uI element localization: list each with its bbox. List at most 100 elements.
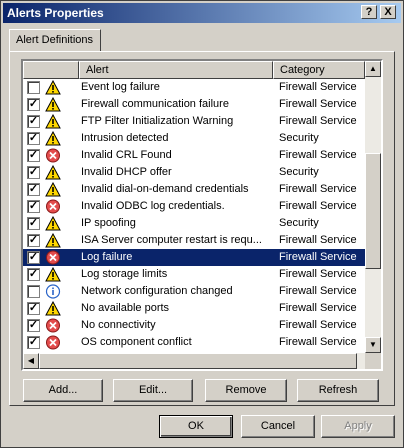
alert-category: Firewall Service (279, 319, 357, 331)
vertical-scroll-thumb[interactable] (365, 153, 381, 269)
enable-checkbox[interactable]: ✓ (27, 217, 40, 230)
alert-category: Security (279, 166, 319, 178)
column-header-category[interactable]: Category (273, 61, 365, 79)
enable-checkbox[interactable]: ✓ (27, 319, 40, 332)
scroll-up-button[interactable]: ▲ (365, 61, 381, 77)
warning-icon (45, 96, 61, 112)
scrollbar-corner (365, 353, 381, 369)
window-title: Alerts Properties (7, 6, 104, 20)
error-icon (45, 318, 61, 333)
table-row[interactable]: ✓ Invalid DHCP offer Security (23, 164, 365, 181)
table-row[interactable]: ✓ Log failure Firewall Service (23, 249, 365, 266)
alert-category: Firewall Service (279, 285, 357, 297)
table-row[interactable]: ✓ No available ports Firewall Service (23, 300, 365, 317)
table-row[interactable]: Network configuration changed Firewall Se… (23, 283, 365, 300)
alerts-list[interactable]: Alert Category Event log failure Firewall… (21, 59, 383, 371)
alert-category: Security (279, 132, 319, 144)
warning-icon (45, 164, 61, 180)
table-row[interactable]: ✓ Invalid ODBC log credentials. Firewall S… (23, 198, 365, 215)
alert-name: FTP Filter Initialization Warning (81, 115, 234, 127)
scroll-down-button[interactable]: ▼ (365, 337, 381, 353)
alert-category: Firewall Service (279, 98, 357, 110)
edit-button[interactable]: Edit... (113, 379, 193, 402)
alert-category: Firewall Service (279, 200, 357, 212)
close-button[interactable]: X (380, 5, 396, 19)
tab-alert-definitions[interactable]: Alert Definitions (9, 29, 101, 51)
enable-checkbox[interactable]: ✓ (27, 115, 40, 128)
error-icon (45, 250, 61, 265)
table-row[interactable]: Event log failure Firewall Service (23, 79, 365, 96)
warning-icon (45, 215, 61, 231)
alert-category: Firewall Service (279, 149, 357, 161)
help-button[interactable]: ? (361, 5, 377, 19)
warning-icon (45, 113, 61, 129)
apply-button[interactable]: Apply (321, 415, 395, 438)
table-row[interactable]: ✓ Log storage limits Firewall Service (23, 266, 365, 283)
enable-checkbox[interactable]: ✓ (27, 302, 40, 315)
list-header: Alert Category (23, 61, 365, 79)
alert-name: No connectivity (81, 319, 156, 331)
alert-name: Log storage limits (81, 268, 168, 280)
horizontal-scrollbar[interactable]: ◀ ▶ (23, 353, 381, 369)
error-icon (45, 335, 61, 350)
alert-name: Log failure (81, 251, 133, 263)
alert-name: Event log failure (81, 81, 160, 93)
enable-checkbox[interactable]: ✓ (27, 132, 40, 145)
alert-category: Firewall Service (279, 81, 357, 93)
alert-name: ISA Server computer restart is requ... (81, 234, 262, 246)
alert-category: Firewall Service (279, 302, 357, 314)
enable-checkbox[interactable] (27, 285, 40, 298)
alert-name: Firewall communication failure (81, 98, 229, 110)
warning-icon (45, 266, 61, 282)
warning-icon (45, 300, 61, 316)
cancel-button[interactable]: Cancel (241, 415, 315, 438)
alert-name: IP spoofing (81, 217, 136, 229)
table-row[interactable]: ✓ Intrusion detected Security (23, 130, 365, 147)
column-header-check[interactable] (23, 61, 79, 79)
add-button[interactable]: Add... (23, 379, 103, 402)
alert-name: No available ports (81, 302, 170, 314)
warning-icon (45, 232, 61, 248)
enable-checkbox[interactable] (27, 81, 40, 94)
alert-name: Invalid DHCP offer (81, 166, 172, 178)
alert-category: Firewall Service (279, 234, 357, 246)
table-row[interactable]: ✓ Invalid CRL Found Firewall Service (23, 147, 365, 164)
table-row[interactable]: ✓ OS component conflict Firewall Service (23, 334, 365, 351)
alert-category: Firewall Service (279, 336, 357, 348)
warning-icon (45, 181, 61, 197)
alert-name: Invalid CRL Found (81, 149, 172, 161)
alert-category: Firewall Service (279, 268, 357, 280)
scroll-left-button[interactable]: ◀ (23, 353, 39, 369)
table-row[interactable]: ✓ ISA Server computer restart is requ... F… (23, 232, 365, 249)
alert-name: Invalid ODBC log credentials. (81, 200, 225, 212)
enable-checkbox[interactable]: ✓ (27, 98, 40, 111)
vertical-scrollbar[interactable]: ▲ ▼ (365, 61, 381, 353)
column-header-alert[interactable]: Alert (79, 61, 273, 79)
enable-checkbox[interactable]: ✓ (27, 149, 40, 162)
refresh-button[interactable]: Refresh (297, 379, 379, 402)
alert-category: Security (279, 217, 319, 229)
table-row[interactable]: ✓ Invalid dial-on-demand credentials Firew… (23, 181, 365, 198)
alert-name: Intrusion detected (81, 132, 169, 144)
titlebar[interactable]: Alerts Properties ? X (3, 3, 401, 23)
ok-button[interactable]: OK (159, 415, 233, 438)
alert-category: Firewall Service (279, 183, 357, 195)
table-row[interactable]: ✓ Firewall communication failure Firewall … (23, 96, 365, 113)
error-icon (45, 148, 61, 163)
remove-button[interactable]: Remove (205, 379, 287, 402)
table-row[interactable]: ✓ IP spoofing Security (23, 215, 365, 232)
enable-checkbox[interactable]: ✓ (27, 166, 40, 179)
enable-checkbox[interactable]: ✓ (27, 251, 40, 264)
enable-checkbox[interactable]: ✓ (27, 234, 40, 247)
info-icon (45, 284, 61, 299)
enable-checkbox[interactable]: ✓ (27, 336, 40, 349)
alerts-properties-dialog: Alerts Properties ? X Alert Definitions … (0, 0, 404, 448)
alert-category: Firewall Service (279, 115, 357, 127)
warning-icon (45, 130, 61, 146)
enable-checkbox[interactable]: ✓ (27, 200, 40, 213)
table-row[interactable]: ✓ FTP Filter Initialization Warning Firewa… (23, 113, 365, 130)
horizontal-scroll-thumb[interactable] (39, 353, 357, 369)
enable-checkbox[interactable]: ✓ (27, 268, 40, 281)
table-row[interactable]: ✓ No connectivity Firewall Service (23, 317, 365, 334)
enable-checkbox[interactable]: ✓ (27, 183, 40, 196)
